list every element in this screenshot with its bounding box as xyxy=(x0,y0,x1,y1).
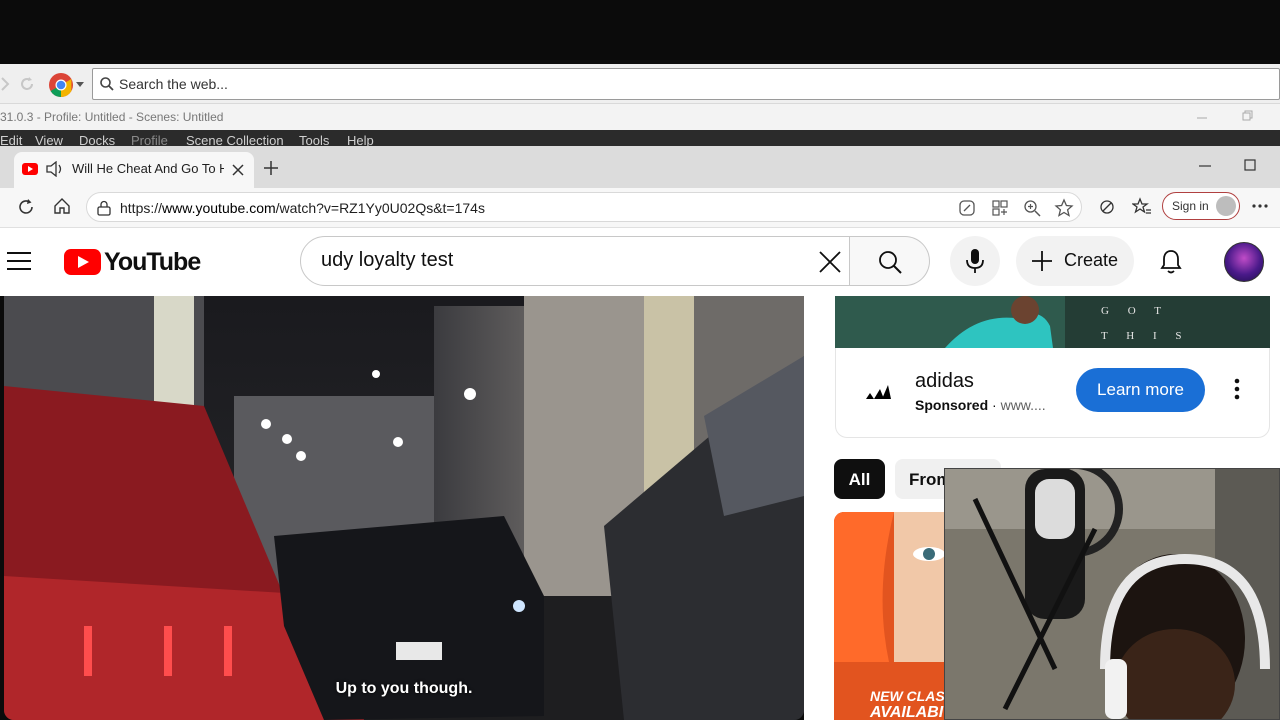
adidas-logo-icon xyxy=(866,385,891,399)
forward-icon[interactable] xyxy=(0,76,10,92)
tab-title: Will He Cheat And Go To Her xyxy=(72,161,224,176)
sign-in-button[interactable]: Sign in xyxy=(1162,192,1240,220)
top-black-bar xyxy=(0,0,1280,64)
web-search-placeholder: Search the web... xyxy=(119,76,228,92)
chip-all-label: All xyxy=(848,470,871,489)
chevron-down-icon[interactable] xyxy=(76,82,84,88)
sponsored-label: Sponsored xyxy=(915,397,989,413)
ad-url: www.... xyxy=(1000,397,1046,413)
obs-menu-bar: Edit View Docks Profile Scene Collection… xyxy=(0,130,1280,148)
close-tab-icon[interactable] xyxy=(232,164,244,176)
ad-banner-art xyxy=(835,296,1270,348)
copilot-icon[interactable] xyxy=(958,199,976,217)
create-label: Create xyxy=(1064,250,1119,270)
obs-title-bar: 31.0.3 - Profile: Untitled - Scenes: Unt… xyxy=(0,104,1280,130)
lock-icon[interactable] xyxy=(97,200,111,216)
video-player[interactable]: Up to you though. xyxy=(4,296,804,720)
search-query: udy loyalty test xyxy=(321,249,454,271)
chrome-logo-icon[interactable] xyxy=(48,72,74,98)
sign-in-label: Sign in xyxy=(1172,199,1209,213)
search-icon xyxy=(879,251,902,274)
thumbnail-text-1: NEW CLASS xyxy=(870,688,954,704)
chip-all[interactable]: All xyxy=(834,459,885,499)
thumbnail-text-2: AVAILABI xyxy=(870,704,944,720)
ad-banner-text-2: T H I S xyxy=(1101,330,1190,342)
url-bar[interactable]: https://www.youtube.com/watch?v=RZ1Yy0U0… xyxy=(86,192,1082,222)
new-tab-icon[interactable] xyxy=(263,160,279,176)
youtube-search-button[interactable] xyxy=(850,236,930,286)
channel-avatar[interactable] xyxy=(1224,242,1264,282)
create-button[interactable]: Create xyxy=(1016,236,1134,286)
search-icon xyxy=(100,77,114,91)
microphone-icon xyxy=(966,249,984,273)
notifications-bell-icon[interactable] xyxy=(1159,248,1183,276)
youtube-logo-text: YouTube xyxy=(104,248,201,276)
restore-icon[interactable] xyxy=(1242,110,1254,122)
url-prefix: https:// xyxy=(120,200,163,216)
profile-avatar-icon xyxy=(1216,196,1236,216)
tab-youtube-video[interactable]: Will He Cheat And Go To Her xyxy=(14,152,254,188)
url-domain: www.youtube.com xyxy=(162,200,276,216)
maximize-icon[interactable] xyxy=(1244,159,1256,171)
minimize-icon[interactable] xyxy=(1196,112,1208,122)
add-favorite-star-icon[interactable] xyxy=(1054,198,1074,218)
ad-banner-text-1: G O T xyxy=(1101,305,1169,317)
voice-search-button[interactable] xyxy=(950,236,1000,286)
more-options-icon[interactable] xyxy=(1252,204,1268,208)
learn-more-label: Learn more xyxy=(1097,380,1184,399)
youtube-logo[interactable]: YouTube xyxy=(64,248,201,276)
home-icon[interactable] xyxy=(53,197,71,215)
ad-banner-image[interactable]: G O T T H I S xyxy=(835,296,1270,348)
hamburger-menu-icon[interactable] xyxy=(7,252,31,270)
url-path: /watch?v=RZ1Yy0U02Qs&t=174s xyxy=(275,200,485,216)
ad-advertiser-name[interactable]: adidas xyxy=(915,370,974,393)
extensions-icon[interactable] xyxy=(1098,198,1116,216)
plus-icon xyxy=(1032,251,1052,271)
youtube-favicon-icon xyxy=(22,163,38,175)
more-vert-icon[interactable] xyxy=(1234,378,1240,400)
learn-more-button[interactable]: Learn more xyxy=(1076,368,1205,412)
webcam-feed xyxy=(945,469,1279,719)
audio-playing-icon[interactable] xyxy=(46,161,64,177)
video-frame xyxy=(4,296,804,720)
reload-icon[interactable] xyxy=(18,75,36,93)
ad-sponsored-line: Sponsored · www.... xyxy=(915,397,1046,413)
youtube-search-input[interactable]: udy loyalty test xyxy=(300,236,850,286)
web-search-input[interactable]: Search the web... xyxy=(92,68,1280,100)
minimize-icon[interactable] xyxy=(1198,164,1212,168)
screen: Search the web... 31.0.3 - Profile: Unti… xyxy=(0,0,1280,720)
zoom-icon[interactable] xyxy=(1023,199,1041,217)
separator-dot: · xyxy=(988,397,1001,413)
url-text: https://www.youtube.com/watch?v=RZ1Yy0U0… xyxy=(120,200,485,216)
youtube-play-logo-icon xyxy=(64,249,101,275)
app-available-icon[interactable] xyxy=(991,199,1009,217)
refresh-icon[interactable] xyxy=(17,198,35,216)
clear-search-icon[interactable] xyxy=(819,251,841,273)
video-caption: Up to you though. xyxy=(335,680,473,697)
webcam-overlay xyxy=(944,468,1280,720)
obs-window-title: 31.0.3 - Profile: Untitled - Scenes: Unt… xyxy=(0,110,224,124)
favorites-icon[interactable] xyxy=(1132,197,1152,217)
